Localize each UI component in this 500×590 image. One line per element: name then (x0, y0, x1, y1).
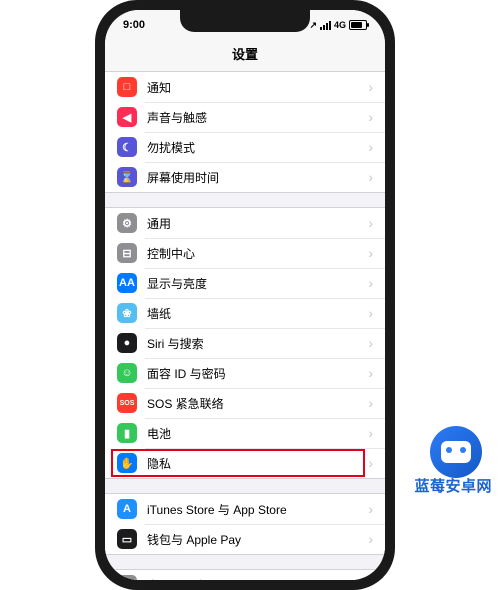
general-label: 通用 (147, 215, 368, 232)
status-time: 9:00 (123, 19, 145, 31)
settings-group: ⚙通用›⊟控制中心›AA显示与亮度›❀墙纸›●Siri 与搜索›☺面容 ID 与… (105, 207, 385, 479)
chevron-right-icon: › (368, 501, 373, 517)
signal-icon (320, 21, 331, 30)
row-general[interactable]: ⚙ 通用› (105, 208, 385, 238)
row-notifications[interactable]: □ 通知› (105, 72, 385, 102)
sounds-label: 声音与触感 (147, 109, 368, 126)
sounds-icon: ◀ (117, 107, 137, 127)
chevron-right-icon: › (368, 335, 373, 351)
chevron-right-icon: › (368, 139, 373, 155)
privacy-label: 隐私 (147, 455, 368, 472)
row-passwords[interactable]: ● 密码与账户› (105, 570, 385, 580)
wallet-label: 钱包与 Apple Pay (147, 531, 368, 548)
chevron-right-icon: › (368, 365, 373, 381)
siri-icon: ● (117, 333, 137, 353)
status-arrow: ↗ (309, 20, 317, 31)
chevron-right-icon: › (368, 305, 373, 321)
page-title: 设置 (105, 40, 385, 72)
notch (180, 10, 310, 32)
row-wallet[interactable]: ▭ 钱包与 Apple Pay› (105, 524, 385, 554)
wallpaper-label: 墙纸 (147, 305, 368, 322)
chevron-right-icon: › (368, 455, 373, 471)
phone-frame: 9:00 ↗ 4G 设置 □通知›◀声音与触感›☾勿扰模式›⌛屏幕使用时间›⚙通… (95, 0, 395, 590)
phone-screen: 9:00 ↗ 4G 设置 □通知›◀声音与触感›☾勿扰模式›⌛屏幕使用时间›⚙通… (105, 10, 385, 580)
sos-icon: SOS (117, 393, 137, 413)
row-wallpaper[interactable]: ❀ 墙纸› (105, 298, 385, 328)
row-battery[interactable]: ▮ 电池› (105, 418, 385, 448)
passwords-label: 密码与账户 (147, 577, 368, 581)
row-privacy[interactable]: ✋ 隐私› (105, 448, 385, 478)
siri-label: Siri 与搜索 (147, 335, 368, 352)
passwords-icon: ● (117, 575, 137, 580)
row-display[interactable]: AA 显示与亮度› (105, 268, 385, 298)
status-carrier: 4G (334, 20, 346, 30)
watermark-logo (430, 426, 482, 478)
notifications-label: 通知 (147, 79, 368, 96)
battery-icon: ▮ (117, 423, 137, 443)
settings-group: AiTunes Store 与 App Store› ▭ 钱包与 Apple Pay… (105, 493, 385, 555)
row-sounds[interactable]: ◀ 声音与触感› (105, 102, 385, 132)
battery-icon (349, 20, 367, 30)
chevron-right-icon: › (368, 109, 373, 125)
row-sos[interactable]: SOS SOS 紧急联络› (105, 388, 385, 418)
dnd-label: 勿扰模式 (147, 139, 368, 156)
wallet-icon: ▭ (117, 529, 137, 549)
display-icon: AA (117, 273, 137, 293)
row-siri[interactable]: ● Siri 与搜索› (105, 328, 385, 358)
screentime-label: 屏幕使用时间 (147, 169, 368, 186)
control-center-label: 控制中心 (147, 245, 368, 262)
row-screentime[interactable]: ⌛ 屏幕使用时间› (105, 162, 385, 192)
privacy-icon: ✋ (117, 453, 137, 473)
row-dnd[interactable]: ☾ 勿扰模式› (105, 132, 385, 162)
sos-label: SOS 紧急联络 (147, 395, 368, 412)
battery-label: 电池 (147, 425, 368, 442)
dnd-icon: ☾ (117, 137, 137, 157)
chevron-right-icon: › (368, 79, 373, 95)
settings-group: ● 密码与账户› (105, 569, 385, 580)
row-itunes[interactable]: AiTunes Store 与 App Store› (105, 494, 385, 524)
faceid-icon: ☺ (117, 363, 137, 383)
notifications-icon: □ (117, 77, 137, 97)
row-faceid[interactable]: ☺ 面容 ID 与密码› (105, 358, 385, 388)
chevron-right-icon: › (368, 245, 373, 261)
display-label: 显示与亮度 (147, 275, 368, 292)
screentime-icon: ⌛ (117, 167, 137, 187)
chevron-right-icon: › (368, 577, 373, 580)
chevron-right-icon: › (368, 531, 373, 547)
general-icon: ⚙ (117, 213, 137, 233)
wallpaper-icon: ❀ (117, 303, 137, 323)
chevron-right-icon: › (368, 169, 373, 185)
faceid-label: 面容 ID 与密码 (147, 365, 368, 382)
settings-group: □通知›◀声音与触感›☾勿扰模式›⌛屏幕使用时间› (105, 72, 385, 193)
chevron-right-icon: › (368, 275, 373, 291)
itunes-label: iTunes Store 与 App Store (147, 501, 368, 518)
chevron-right-icon: › (368, 215, 373, 231)
settings-list[interactable]: □通知›◀声音与触感›☾勿扰模式›⌛屏幕使用时间›⚙通用›⊟控制中心›AA显示与… (105, 72, 385, 580)
chevron-right-icon: › (368, 425, 373, 441)
itunes-icon: A (117, 499, 137, 519)
chevron-right-icon: › (368, 395, 373, 411)
control-center-icon: ⊟ (117, 243, 137, 263)
row-control-center[interactable]: ⊟ 控制中心› (105, 238, 385, 268)
watermark-brand: 蓝莓安卓网 (414, 475, 492, 496)
